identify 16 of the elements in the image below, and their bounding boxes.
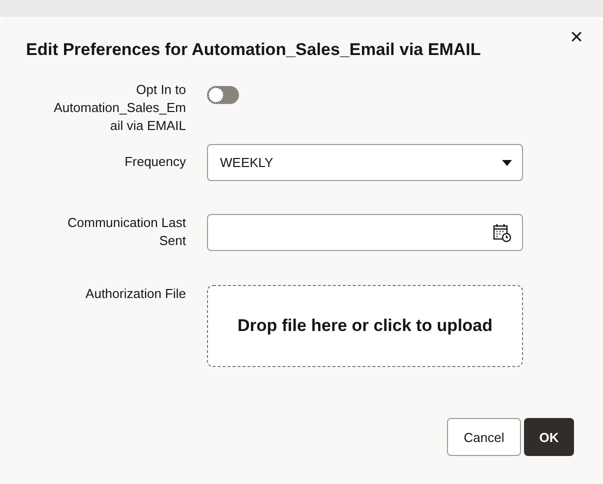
field-label: Opt In to Automation_Sales_Email via EMAIL xyxy=(52,81,186,135)
ok-button[interactable]: OK xyxy=(524,418,574,456)
frequency-select[interactable]: WEEKLY xyxy=(207,144,523,181)
select-value: WEEKLY xyxy=(220,155,274,170)
file-drop-zone[interactable]: Drop file here or click to upload xyxy=(207,285,523,367)
close-button[interactable]: × xyxy=(568,26,585,48)
calendar-clock-icon[interactable] xyxy=(492,222,512,242)
caret-icon xyxy=(502,160,512,166)
cancel-button[interactable]: Cancel xyxy=(447,418,521,456)
field-label: Frequency xyxy=(124,153,186,171)
field-label: Authorization File xyxy=(86,285,186,303)
dialog-title: Edit Preferences for Automation_Sales_Email via EMAIL xyxy=(26,40,482,60)
toggle-switch[interactable] xyxy=(207,86,239,104)
field-label: Communication Last Sent xyxy=(66,214,186,250)
date-field[interactable] xyxy=(207,214,523,251)
drop-prompt: Drop file here or click to upload xyxy=(237,316,493,336)
